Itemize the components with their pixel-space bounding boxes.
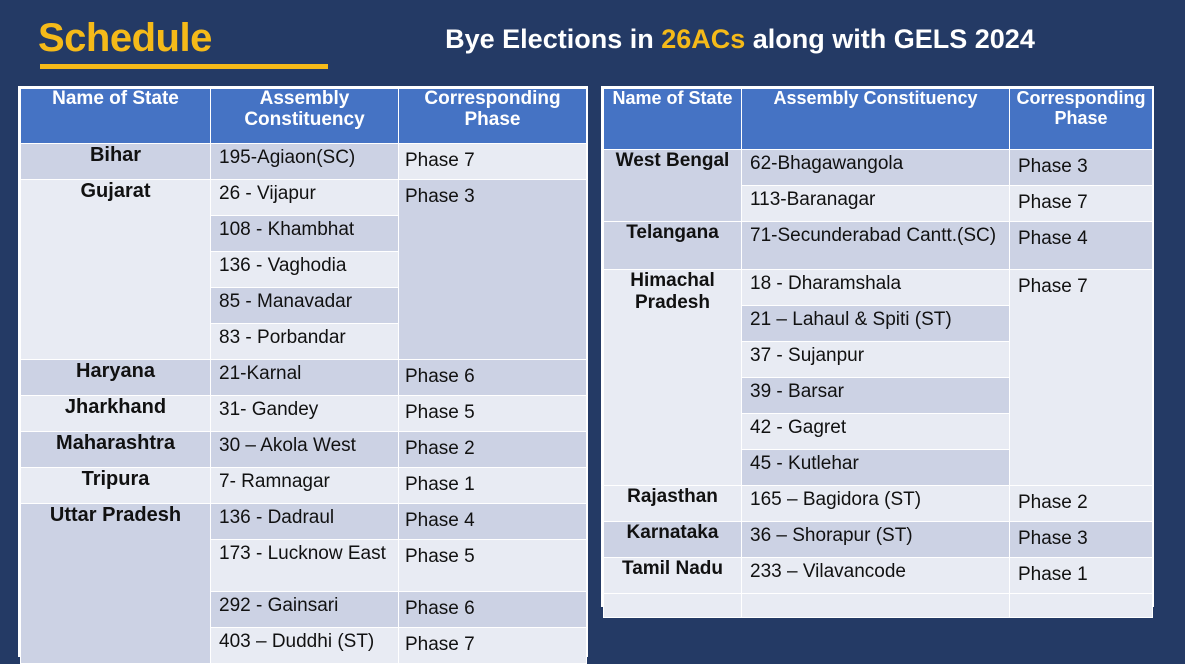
cell-constituency: 31- Gandey (210, 395, 399, 432)
cell-phase: Phase 3 (1009, 521, 1153, 558)
table-row: Jharkhand 31- Gandey Phase 5 (20, 395, 587, 432)
cell-constituency: 165 – Bagidora (ST) (741, 485, 1010, 522)
cell-phase: Phase 4 (1009, 221, 1153, 270)
column-header-state: Name of State (603, 88, 742, 150)
cell-state: Telangana (603, 221, 742, 270)
cell-state: Maharashtra (20, 431, 211, 468)
cell-constituency: 39 - Barsar (741, 377, 1010, 414)
cell-state: Uttar Pradesh (20, 503, 211, 664)
table-row: Tripura 7- Ramnagar Phase 1 (20, 467, 587, 504)
column-header-constituency: Assembly Constituency (210, 88, 399, 144)
cell-phase: Phase 3 (398, 179, 587, 360)
cell-phase: Phase 2 (1009, 485, 1153, 522)
column-header-constituency: Assembly Constituency (741, 88, 1010, 150)
cell-phase: Phase 4 (398, 503, 587, 540)
cell-phase: Phase 7 (1009, 269, 1153, 486)
cell-constituency: 45 - Kutlehar (741, 449, 1010, 486)
cell-phase: Phase 3 (1009, 149, 1153, 186)
subtitle-part1: Bye Elections in (445, 24, 662, 54)
cell-constituency: 71-Secunderabad Cantt.(SC) (741, 221, 1010, 270)
table-row: Bihar 195-Agiaon(SC) Phase 7 (20, 143, 587, 180)
cell-empty (741, 593, 1010, 618)
table-row: West Bengal 62-Bhagawangola Phase 3 (603, 149, 1153, 222)
cell-constituency: 233 – Vilavancode (741, 557, 1010, 594)
table-row: Telangana 71-Secunderabad Cantt.(SC) Phase… (603, 221, 1153, 270)
cell-constituency: 21 – Lahaul & Spiti (ST) (741, 305, 1010, 342)
cell-phase: Phase 7 (398, 627, 587, 664)
cell-state: Himachal Pradesh (603, 269, 742, 486)
cell-constituency: 18 - Dharamshala (741, 269, 1010, 306)
left-schedule-table-container: Name of State Assembly Constituency Corr… (18, 86, 588, 664)
cell-state: Tamil Nadu (603, 557, 742, 594)
cell-phase: Phase 5 (398, 395, 587, 432)
cell-constituency: 173 - Lucknow East (210, 539, 399, 592)
title-underline (40, 64, 328, 69)
cell-phase: Phase 6 (398, 359, 587, 396)
cell-constituency: 136 - Vaghodia (210, 251, 399, 288)
right-schedule-table: Name of State Assembly Constituency Corr… (603, 88, 1153, 618)
page-title: Schedule (38, 16, 212, 60)
cell-state: Karnataka (603, 521, 742, 558)
subtitle-highlight: 26ACs (661, 24, 746, 54)
cell-state: West Bengal (603, 149, 742, 222)
table-filler-row (603, 593, 1153, 618)
cell-constituency: 37 - Sujanpur (741, 341, 1010, 378)
table-row: Maharashtra 30 – Akola West Phase 2 (20, 431, 587, 468)
cell-constituency: 21-Karnal (210, 359, 399, 396)
cell-phase: Phase 5 (398, 539, 587, 592)
cell-constituency: 62-Bhagawangola (741, 149, 1010, 186)
cell-constituency: 30 – Akola West (210, 431, 399, 468)
cell-constituency: 113-Baranagar (741, 185, 1010, 222)
subtitle: Bye Elections in 26ACs along with GELS 2… (390, 22, 1090, 56)
left-schedule-table: Name of State Assembly Constituency Corr… (20, 88, 587, 664)
cell-phase: Phase 7 (1009, 185, 1153, 222)
cell-state: Gujarat (20, 179, 211, 360)
column-header-state: Name of State (20, 88, 211, 144)
cell-state: Haryana (20, 359, 211, 396)
table-row: Rajasthan 165 – Bagidora (ST) Phase 2 (603, 485, 1153, 522)
table-row: Gujarat 26 - Vijapur Phase 3 (20, 179, 587, 360)
cell-phase: Phase 7 (398, 143, 587, 180)
cell-state: Rajasthan (603, 485, 742, 522)
cell-constituency: 36 – Shorapur (ST) (741, 521, 1010, 558)
table-row: Karnataka 36 – Shorapur (ST) Phase 3 (603, 521, 1153, 558)
cell-phase: Phase 1 (1009, 557, 1153, 594)
cell-constituency: 42 - Gagret (741, 413, 1010, 450)
cell-empty (1009, 593, 1153, 618)
table-row: Tamil Nadu 233 – Vilavancode Phase 1 (603, 557, 1153, 594)
column-header-phase: Corresponding Phase (1009, 88, 1153, 150)
cell-state: Bihar (20, 143, 211, 180)
cell-constituency: 108 - Khambhat (210, 215, 399, 252)
cell-phase: Phase 6 (398, 591, 587, 628)
table-row: Himachal Pradesh 18 - Dharamshala Phase 7 (603, 269, 1153, 486)
cell-constituency: 83 - Porbandar (210, 323, 399, 360)
cell-state: Tripura (20, 467, 211, 504)
column-header-phase: Corresponding Phase (398, 88, 587, 144)
subtitle-part2: along with GELS 2024 (745, 24, 1035, 54)
table-row: Haryana 21-Karnal Phase 6 (20, 359, 587, 396)
cell-constituency: 136 - Dadraul (210, 503, 399, 540)
page-header: Schedule Bye Elections in 26ACs along wi… (0, 0, 1185, 80)
table-header-row: Name of State Assembly Constituency Corr… (20, 88, 587, 144)
cell-constituency: 292 - Gainsari (210, 591, 399, 628)
cell-constituency: 26 - Vijapur (210, 179, 399, 216)
table-row: Uttar Pradesh 136 - Dadraul Phase 4 (20, 503, 587, 664)
cell-phase: Phase 2 (398, 431, 587, 468)
cell-state: Jharkhand (20, 395, 211, 432)
cell-constituency: 195-Agiaon(SC) (210, 143, 399, 180)
cell-constituency: 7- Ramnagar (210, 467, 399, 504)
cell-constituency: 85 - Manavadar (210, 287, 399, 324)
cell-empty (603, 593, 742, 618)
cell-phase: Phase 1 (398, 467, 587, 504)
cell-constituency: 403 – Duddhi (ST) (210, 627, 399, 664)
table-header-row: Name of State Assembly Constituency Corr… (603, 88, 1153, 150)
right-schedule-table-container: Name of State Assembly Constituency Corr… (601, 86, 1154, 618)
